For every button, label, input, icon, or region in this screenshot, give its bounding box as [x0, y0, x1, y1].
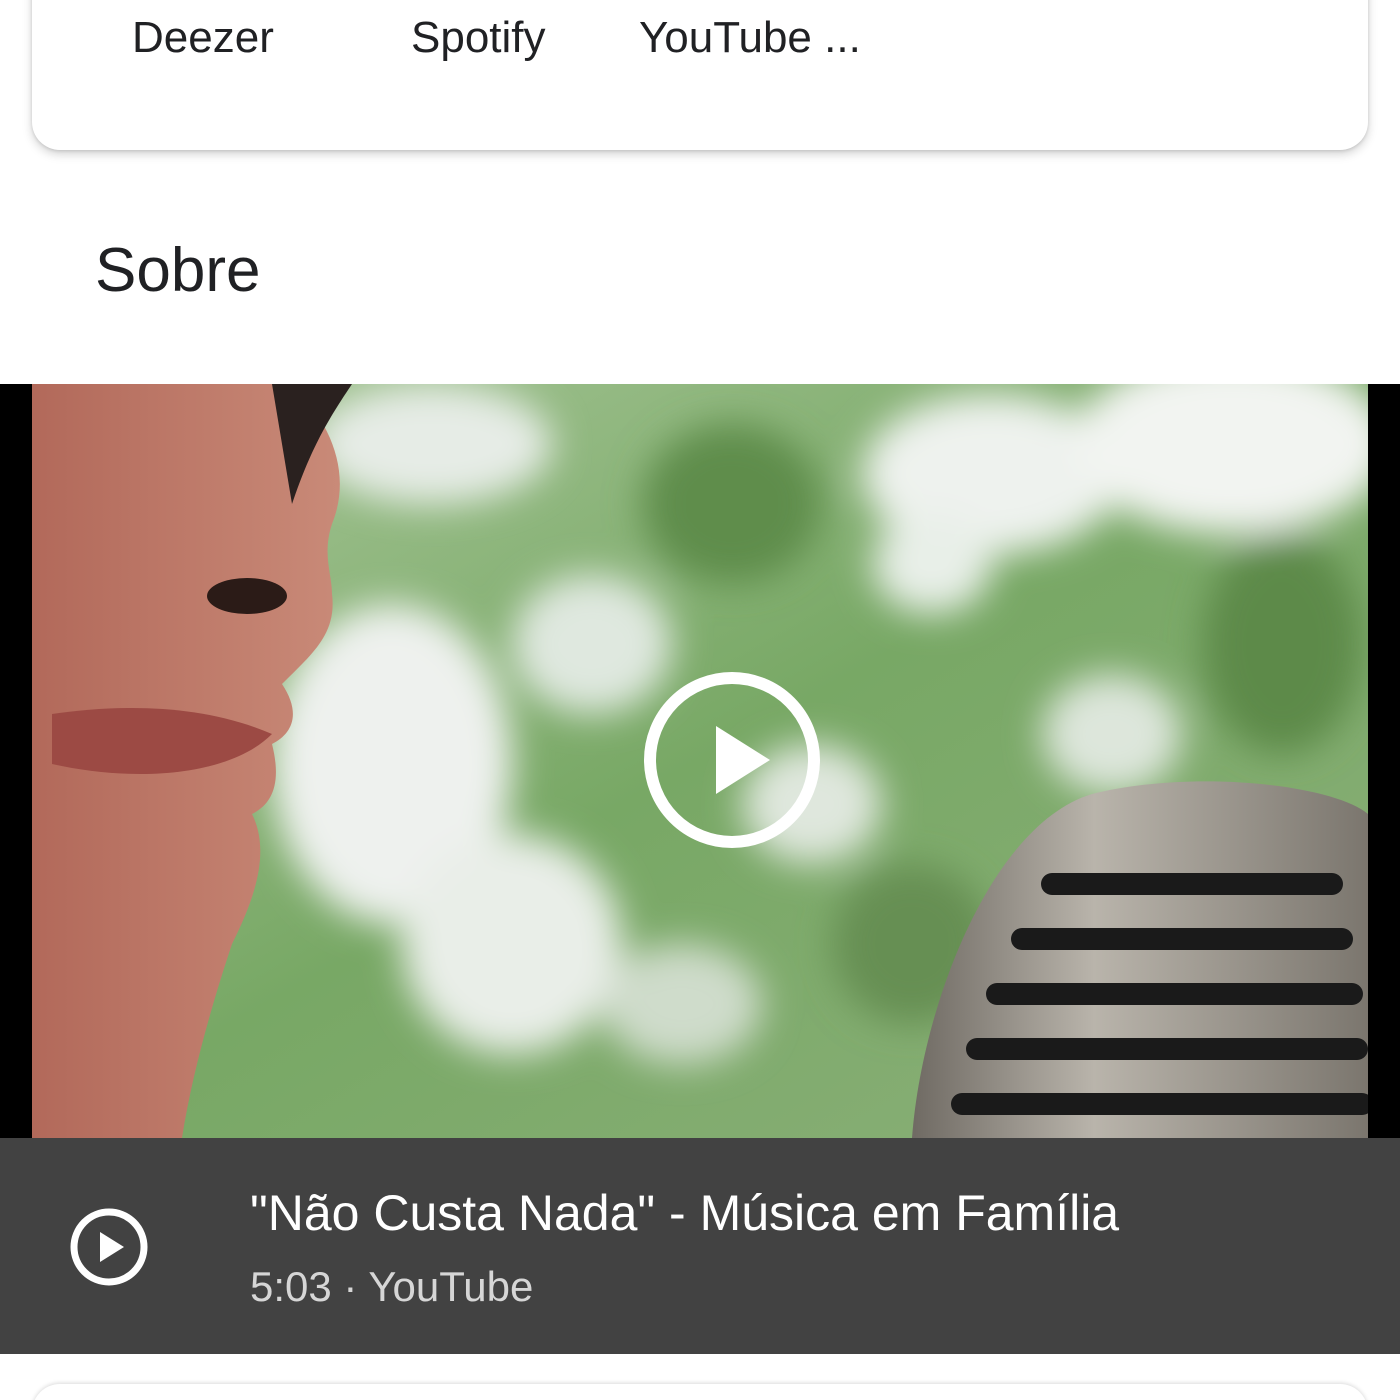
- section-title-about: Sobre: [95, 236, 261, 305]
- video-duration: 5:03: [250, 1263, 332, 1310]
- video-caption-bar[interactable]: "Não Custa Nada" - Música em Família 5:0…: [0, 1138, 1400, 1354]
- video-title[interactable]: "Não Custa Nada" - Música em Família: [250, 1188, 1119, 1238]
- service-link-youtube[interactable]: YouTube ...: [639, 16, 861, 60]
- service-link-deezer[interactable]: Deezer: [132, 16, 274, 60]
- page: Deezer Spotify YouTube ... Sobre "Não Cu…: [0, 0, 1400, 1400]
- streaming-services-card: Deezer Spotify YouTube ...: [32, 0, 1368, 150]
- video-meta: 5:03 · YouTube: [250, 1266, 533, 1308]
- video-source: YouTube: [368, 1263, 534, 1310]
- play-circle-icon[interactable]: [68, 1206, 150, 1288]
- play-icon[interactable]: [642, 670, 822, 850]
- meta-separator: ·: [331, 1263, 369, 1310]
- next-card: [32, 1384, 1368, 1400]
- video-card[interactable]: "Não Custa Nada" - Música em Família 5:0…: [0, 384, 1400, 1354]
- video-thumbnail[interactable]: [32, 384, 1368, 1138]
- service-link-spotify[interactable]: Spotify: [411, 16, 546, 60]
